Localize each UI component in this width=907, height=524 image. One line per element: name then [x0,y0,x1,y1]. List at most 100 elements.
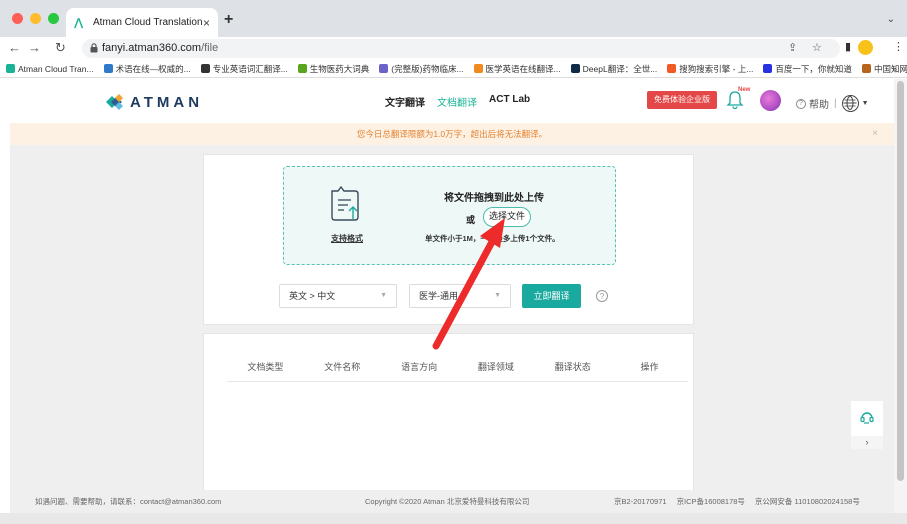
share-icon[interactable]: ⇪ [788,41,797,54]
bookmark-label: 搜狗搜索引擎 - 上... [679,63,754,74]
headset-icon [860,412,874,424]
bookmark-favicon-icon [379,64,389,73]
tab-search-chevron-icon[interactable]: ⌄ [887,14,895,25]
bookmark-favicon-icon [103,64,113,73]
quota-notice-bar: 您今日总翻译限额为1.0万字，超出后将无法翻译。 × [10,123,894,145]
domain-select[interactable]: 医学-通用 ▼ [409,284,511,308]
bookmark-item[interactable]: DeepL翻译：全世... [570,63,658,75]
icp-links: 京B2-20170971 京ICP备16008178号 京公网安备 110108… [614,490,860,513]
upload-card: 支持格式 将文件拖拽到此处上传 或 选择文件 单文件小于1M，一次最多上传1个文… [203,154,694,325]
nav-document-translation[interactable]: 文档翻译 [437,94,477,109]
choose-file-button[interactable]: 选择文件 [483,207,531,227]
icp-link[interactable]: 京公网安备 11010802024158号 [755,490,860,513]
upload-limit-text: 单文件小于1M，一次最多上传1个文件。 [425,234,560,243]
profile-avatar-icon[interactable] [858,40,873,55]
minimize-window-button[interactable] [30,13,41,24]
bookmark-favicon-icon [200,64,210,73]
user-avatar[interactable] [760,90,781,111]
globe-icon[interactable] [841,95,859,112]
bookmark-favicon-icon [6,64,15,73]
bookmark-label: 生物医药大词典 [309,63,370,74]
bookmark-item[interactable]: 百度一下，你就知道 [763,63,852,75]
nav-text-translation[interactable]: 文字翻译 [385,94,425,109]
translate-now-button[interactable]: 立即翻译 [522,284,581,308]
domain-value: 医学-通用 [419,291,458,301]
file-dropzone[interactable]: 支持格式 将文件拖拽到此处上传 或 选择文件 单文件小于1M，一次最多上传1个文… [283,166,616,265]
atman-logo-mark-icon [106,94,123,110]
table-header: 文档类型 文件名称 语言方向 翻译领域 翻译状态 操作 [227,360,688,382]
page-scrollbar[interactable] [894,79,907,513]
question-circle-icon: ? [796,98,806,109]
bookmark-label: DeepL翻译：全世... [582,63,658,74]
caret-down-icon[interactable]: ▼ [862,100,869,107]
document-table: 文档类型 文件名称 语言方向 翻译领域 翻译状态 操作 [203,333,694,513]
sidebar-toggle-icon[interactable]: ▮ [845,40,851,53]
bookmark-label: 医学英语在线翻译... [485,63,561,74]
expand-chevron-icon[interactable]: › [851,436,883,449]
bookmark-favicon-icon [763,64,773,73]
nav-act-lab[interactable]: ACT Lab [489,94,530,109]
bookmark-favicon-icon [861,64,871,73]
atman-logo[interactable]: ATMAN [102,92,203,112]
copyright-text: Copyright ©2020 Atman 北京爱特曼科技有限公司 [365,497,530,506]
bookmark-item[interactable]: 中国知网 [861,63,907,75]
scrollbar-thumb[interactable] [897,81,904,481]
bookmark-star-icon[interactable]: ☆ [812,41,822,54]
language-direction-select[interactable]: 英文 > 中文 ▼ [279,284,397,308]
supported-formats-link[interactable]: 支持格式 [331,233,363,244]
icp-link[interactable]: 京ICP备16008178号 [677,490,745,513]
address-bar[interactable]: fanyi.atman360.com/file ⇪ ☆ [82,39,840,58]
tab-close-icon[interactable]: × [203,16,210,30]
column-header: 翻译状态 [554,362,591,372]
bookmarks-overflow-icon[interactable]: » [892,64,897,74]
column-header: 语言方向 [401,362,438,372]
main-nav: 文字翻译 文档翻译 ACT Lab [385,94,530,109]
new-tab-icon[interactable]: + [224,12,233,28]
maximize-window-button[interactable] [48,13,59,24]
file-upload-icon [331,185,359,221]
bookmark-label: 百度一下，你就知道 [775,63,852,74]
bookmark-favicon-icon [297,64,307,73]
back-icon[interactable]: ← [8,40,21,56]
contact-text: 如遇问题、需要帮助，请联系：contact@atman360.com [35,497,222,506]
bookmarks-bar: Atman Cloud Tran... 术语在线—权威的... 专业英语词汇翻译..… [0,60,907,78]
bookmark-item[interactable]: 术语在线—权威的... [103,63,191,75]
bookmark-item[interactable]: 专业英语词汇翻译... [200,63,288,75]
browser-menu-icon[interactable]: ⋮ [893,40,904,53]
page-content: ATMAN 文字翻译 文档翻译 ACT Lab 免费体验企业版 New ? 帮助… [10,79,894,513]
close-window-button[interactable] [12,13,23,24]
browser-tab[interactable]: ⋀ Atman Cloud Translation × [66,8,218,37]
site-header: ATMAN 文字翻译 文档翻译 ACT Lab 免费体验企业版 New ? 帮助… [10,79,894,123]
forward-icon[interactable]: → [28,40,41,56]
notice-close-icon[interactable]: × [872,123,878,145]
question-circle-icon[interactable]: ? [596,290,608,302]
customer-service-widget[interactable]: › [851,401,883,449]
dropdown-arrow-icon: ▼ [494,292,501,299]
icp-link[interactable]: 京B2-20170971 [614,490,667,513]
free-trial-enterprise-button[interactable]: 免费体验企业版 [647,91,717,109]
lock-icon [90,43,98,53]
logo-text: ATMAN [130,93,204,111]
site-footer: 如遇问题、需要帮助，请联系：contact@atman360.com Copyr… [10,490,894,513]
divider: | [834,98,837,109]
bookmark-label: 术语在线—权威的... [115,63,191,74]
bookmark-item[interactable]: 生物医药大词典 [297,63,370,75]
bookmark-label: Atman Cloud Tran... [18,63,94,74]
dropzone-title: 将文件拖拽到此处上传 [444,193,544,204]
or-text: 或 [466,215,476,225]
bookmark-favicon-icon [570,64,580,73]
bookmark-favicon-icon [667,64,677,73]
help-menu[interactable]: ? 帮助 | ▼ [796,95,869,112]
bookmark-item[interactable]: (完整版)药物临床... [379,63,464,75]
bookmark-item[interactable]: 医学英语在线翻译... [473,63,561,75]
bookmark-item[interactable]: 搜狗搜索引擎 - 上... [667,63,753,75]
notification-bell[interactable]: New [726,87,750,110]
reload-icon[interactable]: ↻ [55,40,66,56]
tab-title: Atman Cloud Translation [93,17,203,28]
bookmark-item[interactable]: Atman Cloud Tran... [6,64,94,74]
browser-tab-strip: ⋀ Atman Cloud Translation × + ⌄ [0,0,907,37]
atman-favicon-icon: ⋀ [74,16,84,29]
url-text: fanyi.atman360.com/file [102,42,219,54]
bell-icon [726,91,744,110]
help-label: 帮助 [809,100,829,111]
